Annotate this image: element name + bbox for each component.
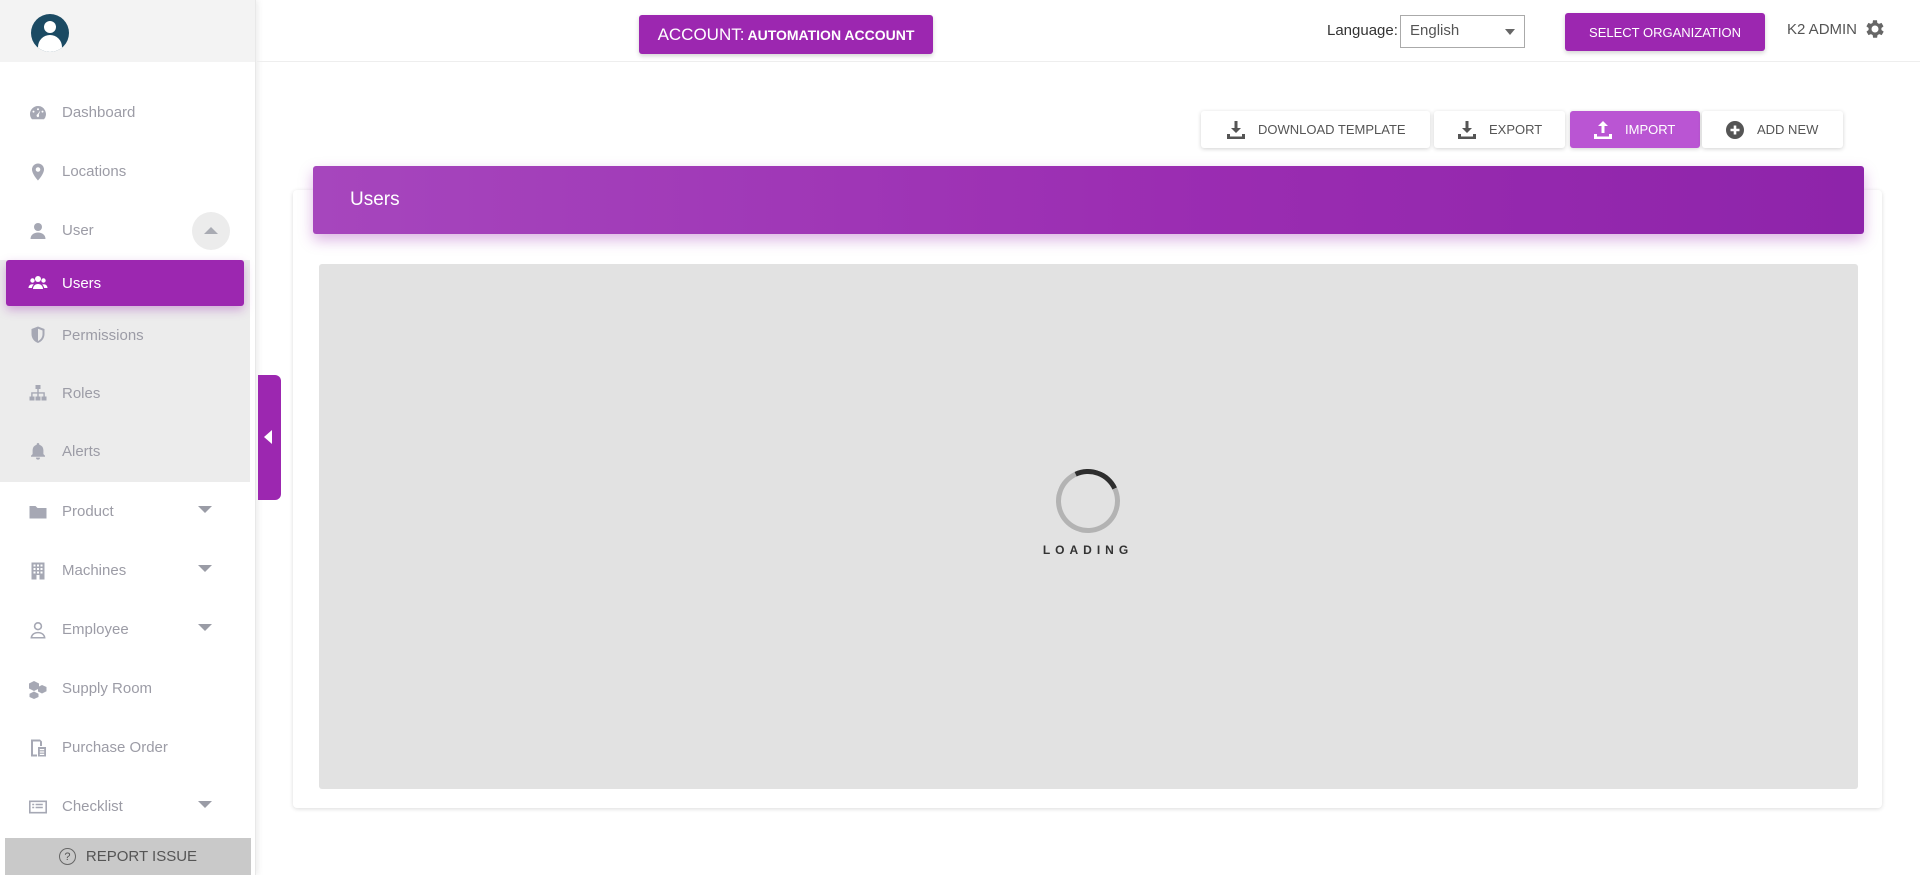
sidebar-item-users[interactable]: Users <box>6 260 244 306</box>
users-group-icon <box>28 273 48 293</box>
report-issue-button[interactable]: ? REPORT ISSUE <box>5 838 251 875</box>
building-icon <box>28 561 48 581</box>
select-organization-button[interactable]: SELECT ORGANIZATION <box>1565 13 1765 51</box>
sidebar-item-label: Employee <box>62 621 129 638</box>
add-new-label: ADD NEW <box>1757 122 1819 137</box>
loading-text: LOADING <box>1042 543 1134 557</box>
sidebar-item-roles[interactable]: Roles <box>0 364 250 422</box>
clipboard-icon <box>28 738 48 758</box>
account-name: AUTOMATION ACCOUNT <box>747 26 915 43</box>
plus-circle-icon <box>1726 120 1744 139</box>
sidebar-item-label: Product <box>62 503 114 520</box>
export-label: EXPORT <box>1489 122 1543 137</box>
user-submenu: Users Permissions Roles Alerts <box>0 260 250 482</box>
upload-icon <box>1594 120 1612 139</box>
avatar[interactable] <box>31 14 69 52</box>
sidebar: Dashboard Locations User Users Permissio… <box>0 0 256 875</box>
account-button[interactable]: ACCOUNT: AUTOMATION ACCOUNT <box>639 15 933 54</box>
chevron-down-icon[interactable] <box>198 801 212 808</box>
sidebar-item-supply-room[interactable]: Supply Room <box>0 659 256 718</box>
sidebar-item-permissions[interactable]: Permissions <box>0 306 250 364</box>
chevron-down-icon[interactable] <box>198 506 212 513</box>
sidebar-nav: Dashboard Locations User Users Permissio… <box>0 83 256 836</box>
gear-icon[interactable] <box>1863 17 1887 41</box>
hierarchy-icon <box>28 383 48 403</box>
download-icon <box>1458 120 1476 139</box>
sidebar-item-label: Dashboard <box>62 104 136 121</box>
sidebar-header <box>0 0 255 62</box>
dashboard-icon <box>28 103 48 123</box>
download-icon <box>1227 120 1245 139</box>
folder-icon <box>28 502 48 522</box>
shield-icon <box>28 325 48 345</box>
sidebar-item-checklist[interactable]: Checklist <box>0 777 256 836</box>
import-button[interactable]: IMPORT <box>1570 111 1700 148</box>
sidebar-item-label: Locations <box>62 163 127 180</box>
location-pin-icon <box>28 162 48 182</box>
sidebar-item-purchase-order[interactable]: Purchase Order <box>0 718 256 777</box>
sidebar-item-employee[interactable]: Employee <box>0 600 256 659</box>
chevron-down-icon[interactable] <box>198 565 212 572</box>
sidebar-item-label: User <box>62 222 94 239</box>
language-select[interactable]: English <box>1400 15 1525 48</box>
help-circle-icon: ? <box>58 848 76 865</box>
sidebar-item-machines[interactable]: Machines <box>0 541 256 600</box>
user-name[interactable]: K2 ADMIN <box>1787 21 1857 38</box>
chevron-down-icon[interactable] <box>198 624 212 631</box>
person-outline-icon <box>28 620 48 640</box>
sidebar-item-user[interactable]: User <box>0 201 256 260</box>
boxes-icon <box>28 679 48 699</box>
sidebar-item-label: Supply Room <box>62 680 153 697</box>
bell-icon <box>28 441 48 461</box>
sidebar-item-label: Checklist <box>62 798 123 815</box>
chevron-up-icon[interactable] <box>192 212 230 250</box>
add-new-button[interactable]: ADD NEW <box>1702 111 1843 148</box>
sidebar-item-label: Permissions <box>62 326 144 344</box>
account-prefix: ACCOUNT: <box>657 24 745 44</box>
sidebar-item-label: Roles <box>62 384 101 402</box>
sidebar-item-alerts[interactable]: Alerts <box>0 422 250 480</box>
sidebar-collapse-toggle[interactable] <box>258 375 281 500</box>
sidebar-item-product[interactable]: Product <box>0 482 256 541</box>
sidebar-item-label: Users <box>62 274 102 292</box>
download-template-label: DOWNLOAD TEMPLATE <box>1258 122 1406 137</box>
user-icon <box>28 221 48 241</box>
report-issue-label: REPORT ISSUE <box>85 848 198 865</box>
export-button[interactable]: EXPORT <box>1434 111 1565 148</box>
import-label: IMPORT <box>1625 122 1676 137</box>
sidebar-item-label: Purchase Order <box>62 739 168 756</box>
download-template-button[interactable]: DOWNLOAD TEMPLATE <box>1201 111 1430 148</box>
sidebar-item-label: Machines <box>62 562 127 579</box>
list-icon <box>28 797 48 817</box>
page-title: Users <box>313 166 1864 234</box>
sidebar-item-label: Alerts <box>62 442 101 460</box>
language-label: Language: <box>1327 22 1398 39</box>
sidebar-item-dashboard[interactable]: Dashboard <box>0 83 256 142</box>
sidebar-item-locations[interactable]: Locations <box>0 142 256 201</box>
top-bar: ACCOUNT: AUTOMATION ACCOUNT Language: En… <box>257 0 1920 62</box>
